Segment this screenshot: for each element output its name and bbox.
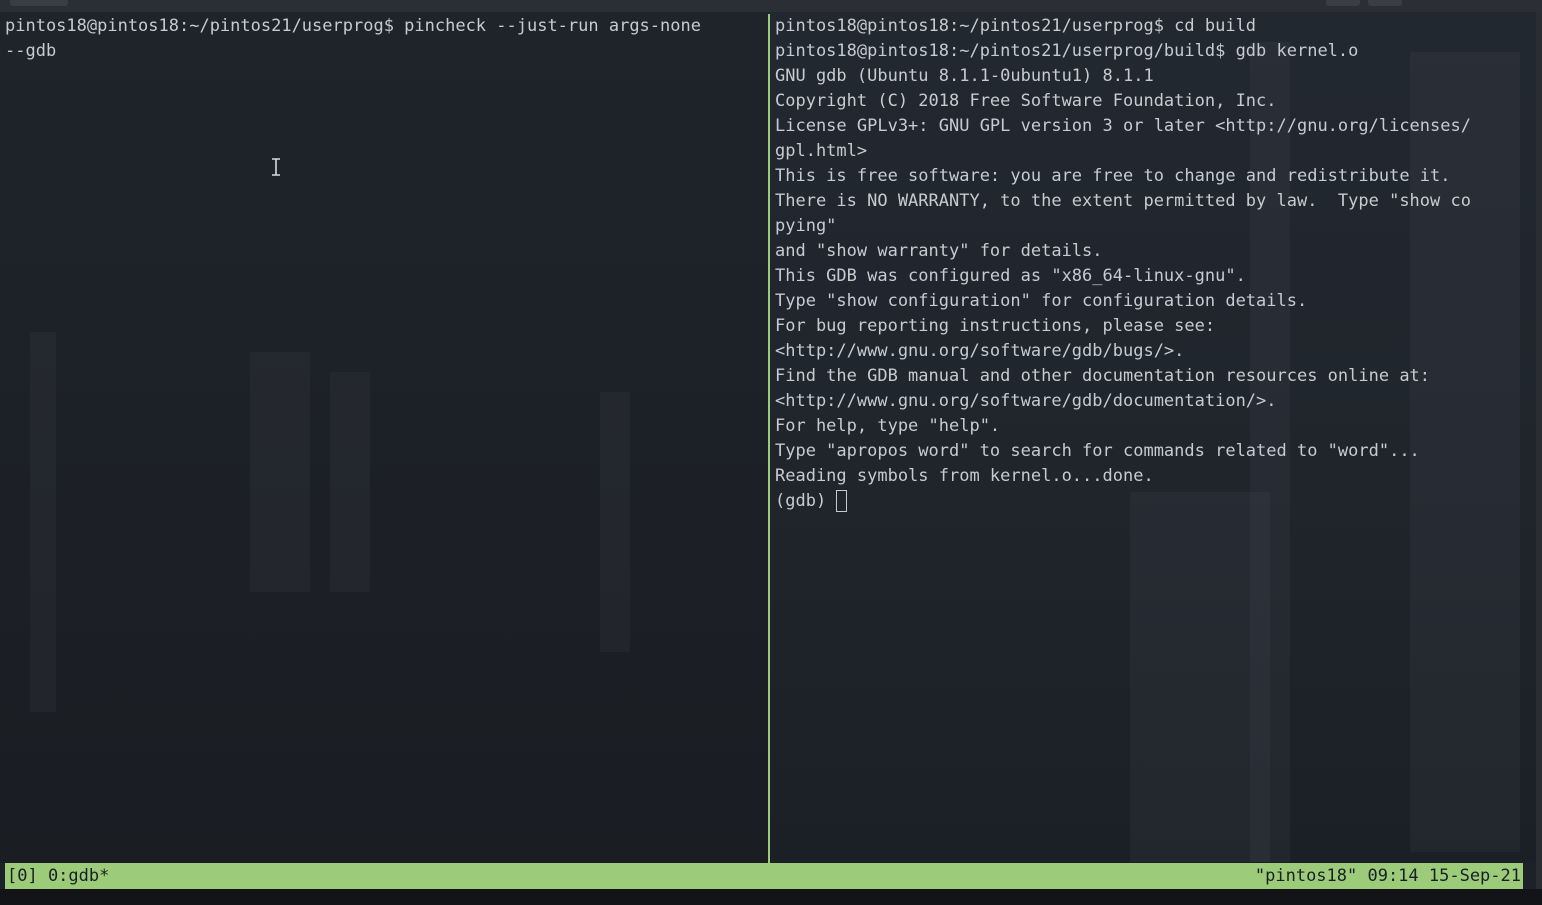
window-top-bar <box>0 0 1542 12</box>
terminal-line: pintos18@pintos18:~/pintos21/userprog$ c… <box>775 16 1257 36</box>
terminal-line: Type "show configuration" for configurat… <box>775 291 1308 311</box>
background-scenery <box>600 392 630 652</box>
terminal-line: <http://www.gnu.org/software/gdb/documen… <box>775 391 1277 411</box>
terminal-line: gpl.html> <box>775 141 868 161</box>
terminal-line: pintos18@pintos18:~/pintos21/userprog/bu… <box>775 41 1359 61</box>
terminal-line: --gdb <box>5 41 57 61</box>
terminal-line: For help, type "help". <box>775 416 1001 436</box>
terminal-line: Find the GDB manual and other documentat… <box>775 366 1431 386</box>
terminal-line: Type "apropos word" to search for comman… <box>775 441 1420 461</box>
background-scenery <box>250 352 310 592</box>
terminal-line: and "show warranty" for details. <box>775 241 1103 261</box>
gdb-prompt-line[interactable]: (gdb) <box>775 489 1471 514</box>
window-control[interactable] <box>1368 0 1402 6</box>
terminal-line: pintos18@pintos18:~/pintos21/userprog$ p… <box>5 16 701 36</box>
terminal-line: GNU gdb (Ubuntu 8.1.1-0ubuntu1) 8.1.1 <box>775 66 1154 86</box>
terminal-line: There is NO WARRANTY, to the extent perm… <box>775 191 1471 211</box>
background-scenery <box>1130 492 1270 862</box>
terminal-line: License GPLv3+: GNU GPL version 3 or lat… <box>775 116 1471 136</box>
gdb-prompt: (gdb) <box>775 491 827 511</box>
ibeam-cursor-icon <box>270 158 282 176</box>
terminal-screen: pintos18@pintos18:~/pintos21/userprog$ p… <box>0 0 1542 905</box>
terminal-line: Copyright (C) 2018 Free Software Foundat… <box>775 91 1277 111</box>
terminal-line: For bug reporting instructions, please s… <box>775 316 1216 336</box>
background-scenery <box>30 332 56 712</box>
desktop-background-strip <box>0 889 1542 905</box>
left-terminal-pane[interactable]: pintos18@pintos18:~/pintos21/userprog$ p… <box>0 12 768 863</box>
status-host-time: "pintos18" 09:14 15-Sep-21 <box>1254 866 1521 886</box>
terminal-line: Reading symbols from kernel.o...done. <box>775 466 1154 486</box>
terminal-line: pying" <box>775 216 837 236</box>
window-tab[interactable] <box>10 0 68 6</box>
tmux-status-bar: [0] 0:gdb* "pintos18" 09:14 15-Sep-21 <box>5 863 1523 889</box>
window-control[interactable] <box>1326 0 1360 6</box>
right-terminal-pane[interactable]: pintos18@pintos18:~/pintos21/userprog$ c… <box>770 12 1536 863</box>
terminal-line: This is free software: you are free to c… <box>775 166 1451 186</box>
text-cursor <box>836 490 848 512</box>
window-edge <box>1536 12 1542 905</box>
right-pane-output: pintos18@pintos18:~/pintos21/userprog$ c… <box>775 14 1471 514</box>
background-scenery <box>330 372 370 592</box>
left-pane-output: pintos18@pintos18:~/pintos21/userprog$ p… <box>5 14 701 64</box>
status-session-window[interactable]: [0] 0:gdb* <box>7 863 109 889</box>
terminal-line: This GDB was configured as "x86_64-linux… <box>775 266 1246 286</box>
terminal-line: <http://www.gnu.org/software/gdb/bugs/>. <box>775 341 1185 361</box>
